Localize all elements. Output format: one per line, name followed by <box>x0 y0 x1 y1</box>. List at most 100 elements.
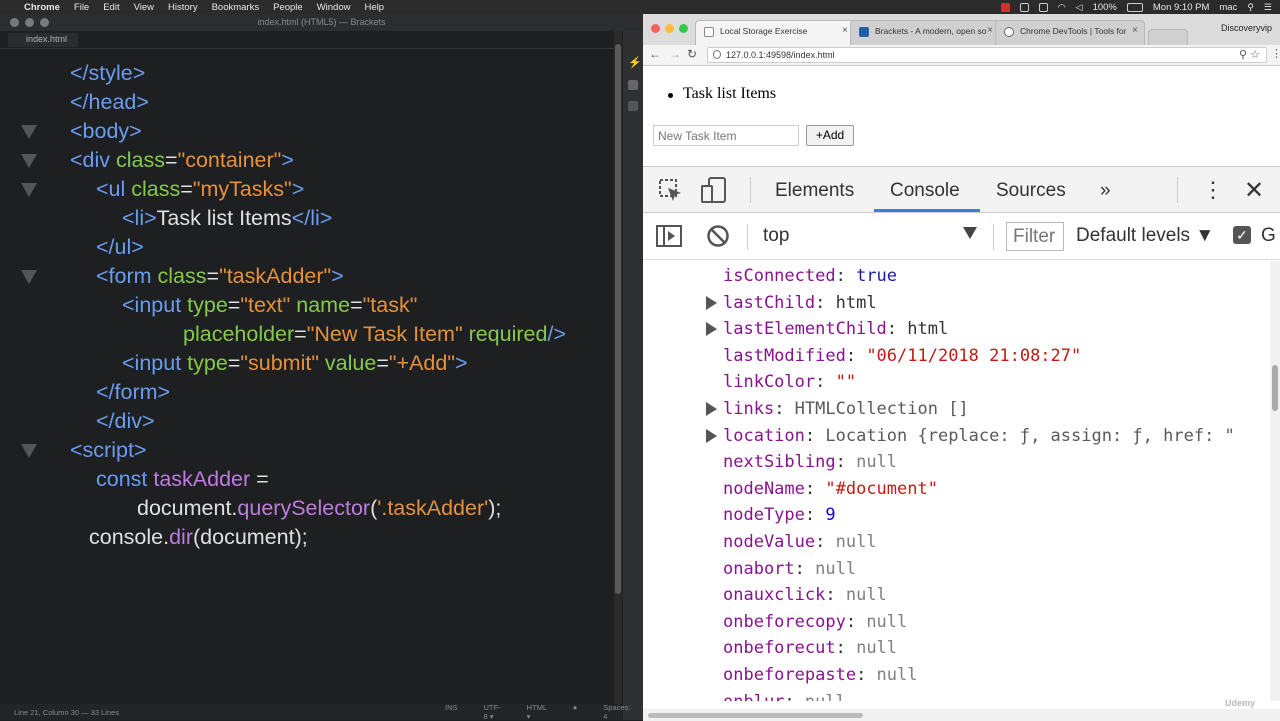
dropbox-icon[interactable] <box>1019 2 1029 12</box>
user-name[interactable]: mac <box>1219 2 1237 13</box>
code-line[interactable]: <form class="taskAdder"> <box>96 262 344 291</box>
zoom-icon[interactable]: ⚲ <box>1239 49 1247 61</box>
expand-arrow-icon[interactable] <box>706 322 717 337</box>
volume-icon[interactable]: ◁ <box>1076 2 1083 13</box>
tab-console[interactable]: Console <box>890 180 960 202</box>
log-levels-select[interactable]: Default levels ▼ <box>1076 225 1214 247</box>
code-line[interactable]: </style> <box>70 59 145 88</box>
code-line[interactable]: <li>Task list Items</li> <box>122 204 332 233</box>
console-property-row[interactable]: nextSibling: null <box>723 449 897 475</box>
console-property-row[interactable]: isConnected: true <box>723 263 897 289</box>
console-property-row[interactable]: lastElementChild: html <box>723 316 948 342</box>
console-property-row[interactable]: nodeValue: null <box>723 529 877 555</box>
context-dropdown-icon[interactable] <box>963 227 977 239</box>
close-tab-icon[interactable]: × <box>987 25 993 36</box>
address-bar[interactable]: 127.0.0.1:49598/index.html ⚲ ☆ <box>707 47 1267 63</box>
editor-scrollbar-thumb[interactable] <box>615 44 621 594</box>
chrome-menu-icon[interactable]: ⋮ <box>1271 47 1280 60</box>
code-line[interactable]: <div class="container"> <box>70 146 294 175</box>
console-property-row[interactable]: links: HTMLCollection [] <box>723 396 969 422</box>
code-line[interactable]: <body> <box>70 117 142 146</box>
code-line[interactable]: <script> <box>70 436 146 465</box>
expand-arrow-icon[interactable] <box>706 295 717 310</box>
recording-icon[interactable] <box>1000 2 1010 12</box>
battery-icon[interactable] <box>1126 2 1143 12</box>
add-task-button[interactable]: +Add <box>806 125 854 146</box>
fold-marker-icon[interactable] <box>21 125 37 139</box>
console-property-row[interactable]: nodeType: 9 <box>723 502 836 528</box>
bookmark-star-icon[interactable]: ☆ <box>1250 49 1260 61</box>
inspect-element-icon[interactable] <box>659 179 683 203</box>
chrome-zoom-button[interactable] <box>679 24 688 33</box>
fold-marker-icon[interactable] <box>21 183 37 197</box>
console-property-row[interactable]: lastChild: html <box>723 290 877 316</box>
console-property-row[interactable]: lastModified: "06/11/2018 21:08:27" <box>723 343 1081 369</box>
menu-history[interactable]: History <box>168 2 198 13</box>
spotlight-icon[interactable]: ⚲ <box>1247 2 1254 13</box>
new-task-input[interactable]: New Task Item <box>653 125 799 146</box>
menu-app-name[interactable]: Chrome <box>24 2 60 13</box>
menu-help[interactable]: Help <box>364 2 384 13</box>
close-tab-icon[interactable]: × <box>842 25 848 36</box>
extension-icon[interactable] <box>628 101 638 111</box>
info-icon[interactable] <box>713 50 721 59</box>
encoding-select[interactable]: UTF-8 ▾ <box>484 703 501 721</box>
code-line[interactable]: </form> <box>96 378 170 407</box>
console-property-row[interactable]: location: Location {replace: ƒ, assign: … <box>723 423 1235 449</box>
console-property-row[interactable]: onbeforecut: null <box>723 635 897 661</box>
tab-sources[interactable]: Sources <box>996 180 1066 202</box>
browser-tab-brackets[interactable]: Brackets - A modern, open so × <box>850 20 1000 45</box>
menu-edit[interactable]: Edit <box>103 2 119 13</box>
code-line[interactable]: </ul> <box>96 233 144 262</box>
more-tabs-button[interactable]: » <box>1100 180 1111 202</box>
file-tab-index[interactable]: index.html <box>8 33 78 47</box>
live-preview-icon[interactable]: ⚡ <box>628 58 642 69</box>
console-output[interactable]: isConnected: true lastChild: html lastElem… <box>643 261 1270 701</box>
console-property-row[interactable]: onabort: null <box>723 556 856 582</box>
context-select[interactable]: top <box>763 225 789 247</box>
chrome-minimize-button[interactable] <box>665 24 674 33</box>
fold-marker-icon[interactable] <box>21 154 37 168</box>
close-devtools-icon[interactable]: ✕ <box>1244 176 1264 205</box>
clock[interactable]: Mon 9:10 PM <box>1153 2 1210 13</box>
console-property-row[interactable]: onauxclick: null <box>723 582 887 608</box>
console-horizontal-scrollbar-thumb[interactable] <box>648 713 863 718</box>
fold-marker-icon[interactable] <box>21 444 37 458</box>
menu-bookmarks[interactable]: Bookmarks <box>212 2 260 13</box>
code-line[interactable]: <input type="submit" value="+Add"> <box>122 349 468 378</box>
browser-tab-local-storage[interactable]: Local Storage Exercise × <box>695 20 855 45</box>
language-select[interactable]: HTML ▾ <box>527 703 547 721</box>
chrome-close-button[interactable] <box>651 24 660 33</box>
code-line[interactable]: </head> <box>70 88 149 117</box>
profile-name[interactable]: Discoveryvip <box>1221 23 1272 33</box>
browser-tab-devtools[interactable]: Chrome DevTools | Tools for × <box>995 20 1145 45</box>
show-sidebar-icon[interactable] <box>656 225 682 247</box>
menu-file[interactable]: File <box>74 2 89 13</box>
fold-marker-icon[interactable] <box>21 270 37 284</box>
menu-view[interactable]: View <box>134 2 154 13</box>
console-filter-input[interactable]: Filter <box>1006 222 1064 251</box>
group-similar-checkbox[interactable]: ✓ <box>1233 226 1251 244</box>
linter-status-icon[interactable]: ● <box>573 703 578 721</box>
reload-icon[interactable]: ↻ <box>687 47 697 61</box>
console-scrollbar-thumb[interactable] <box>1272 365 1278 411</box>
expand-arrow-icon[interactable] <box>706 428 717 443</box>
code-line[interactable]: <ul class="myTasks"> <box>96 175 304 204</box>
code-line[interactable]: </div> <box>96 407 155 436</box>
insert-mode[interactable]: INS <box>445 703 458 721</box>
forward-arrow-icon[interactable]: → <box>669 47 681 61</box>
code-line[interactable]: const taskAdder = <box>96 465 269 494</box>
code-line[interactable]: placeholder="New Task Item" required/> <box>183 320 566 349</box>
display-icon[interactable] <box>1038 2 1048 12</box>
console-scrollbar[interactable] <box>1270 261 1280 701</box>
console-property-row[interactable]: onblur: null <box>723 689 846 701</box>
battery-percent[interactable]: 100% <box>1093 2 1117 13</box>
code-line[interactable]: console.dir(document); <box>89 523 308 552</box>
wifi-icon[interactable]: ◠ <box>1058 2 1066 13</box>
console-property-row[interactable]: linkColor: "" <box>723 369 856 395</box>
notification-icon[interactable]: ☰ <box>1264 2 1272 13</box>
clear-console-icon[interactable] <box>706 224 730 248</box>
device-toolbar-icon[interactable] <box>701 177 729 203</box>
code-line[interactable]: document.querySelector('.taskAdder'); <box>137 494 501 523</box>
extension-manager-icon[interactable] <box>628 80 638 90</box>
